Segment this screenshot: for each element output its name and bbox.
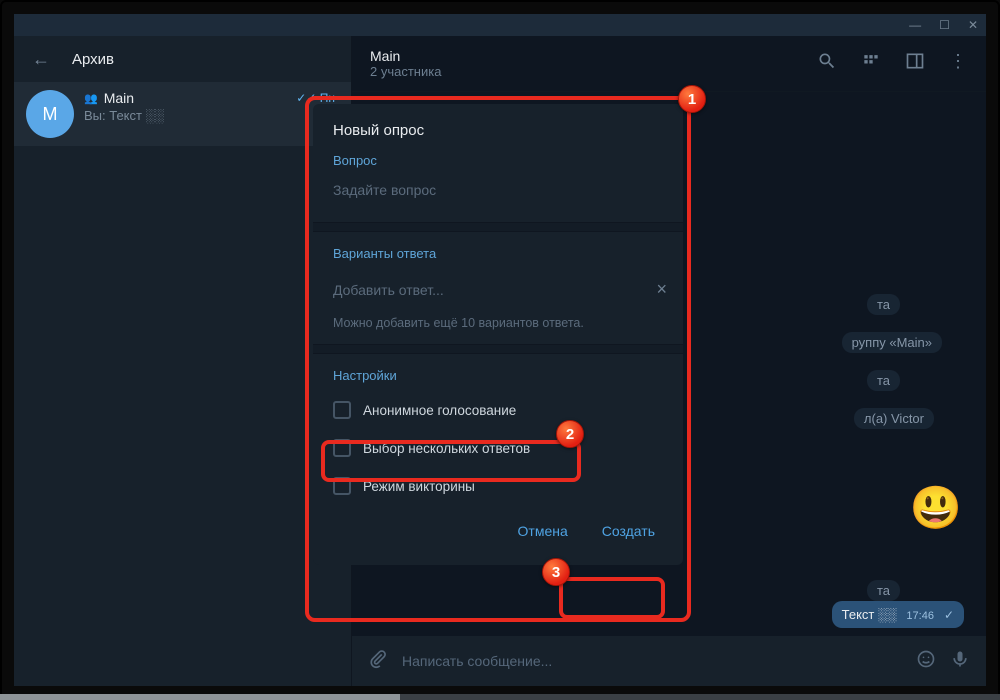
chat-preview: Вы: Текст ░░ xyxy=(84,108,339,123)
service-message: та xyxy=(867,580,900,601)
multiple-answers-checkbox[interactable]: Выбор нескольких ответов xyxy=(313,429,683,467)
sidebar: ← Архив M 👥 Main ✓✓ Пн Вы: Текст ░░ xyxy=(14,36,352,686)
cancel-button[interactable]: Отмена xyxy=(504,515,582,547)
avatar: M xyxy=(26,90,74,138)
progress-bar xyxy=(0,694,1000,700)
annotation-badge-2: 2 xyxy=(556,420,584,448)
checkbox-icon xyxy=(333,477,351,495)
more-menu-icon[interactable]: ⋮ xyxy=(949,51,968,76)
settings-section-label: Настройки xyxy=(313,368,683,391)
read-check-icon: ✓✓ Пн xyxy=(296,91,339,105)
service-message: л(а) Victor xyxy=(854,408,934,429)
sidebar-title: Архив xyxy=(72,51,114,68)
options-section-label: Варианты ответа xyxy=(313,246,683,269)
group-icon: 👥 xyxy=(84,92,98,105)
message-time: 17:46 xyxy=(906,610,934,622)
outgoing-message[interactable]: Текст ░░ 17:46 ✓ xyxy=(832,601,964,628)
side-panel-icon[interactable] xyxy=(905,51,925,76)
add-option-input[interactable]: Добавить ответ... × xyxy=(313,269,683,310)
titlebar: ― ☐ ✕ xyxy=(14,14,986,36)
chat-header: Main 2 участника ⋮ xyxy=(352,36,986,92)
emoji-message: 😃 xyxy=(910,484,962,533)
read-check-icon: ✓ xyxy=(944,608,954,622)
minimize-button[interactable]: ― xyxy=(909,18,921,32)
close-window-button[interactable]: ✕ xyxy=(968,18,978,32)
chat-title: Main xyxy=(104,90,134,106)
back-arrow-icon[interactable]: ← xyxy=(32,49,50,70)
service-message: та xyxy=(867,294,900,315)
divider xyxy=(313,344,683,354)
quiz-mode-checkbox[interactable]: Режим викторины xyxy=(313,467,683,505)
question-section-label: Вопрос xyxy=(313,153,683,176)
message-text: Текст ░░ xyxy=(842,607,897,622)
anonymous-voting-checkbox[interactable]: Анонимное голосование xyxy=(313,391,683,429)
chat-header-subtitle: 2 участника xyxy=(370,64,441,79)
dialog-title: Новый опрос xyxy=(313,104,683,153)
service-message: та xyxy=(867,370,900,391)
divider xyxy=(313,222,683,232)
maximize-button[interactable]: ☐ xyxy=(939,18,950,32)
progress-fill xyxy=(0,694,400,700)
search-icon[interactable] xyxy=(817,51,837,76)
mic-icon[interactable] xyxy=(950,649,970,674)
new-poll-dialog: Новый опрос Вопрос Задайте вопрос Вариан… xyxy=(313,104,683,565)
clear-option-icon[interactable]: × xyxy=(656,279,667,300)
chat-header-title: Main xyxy=(370,48,441,64)
call-icon[interactable] xyxy=(861,51,881,76)
attach-icon[interactable] xyxy=(368,649,388,674)
composer: Написать сообщение... xyxy=(352,636,986,686)
options-hint: Можно добавить ещё 10 вариантов ответа. xyxy=(313,310,683,344)
chat-list-item[interactable]: M 👥 Main ✓✓ Пн Вы: Текст ░░ xyxy=(14,82,351,146)
service-message: руппу «Main» xyxy=(842,332,942,353)
annotation-badge-1: 1 xyxy=(678,85,706,113)
emoji-icon[interactable] xyxy=(916,649,936,674)
checkbox-icon xyxy=(333,439,351,457)
annotation-badge-3: 3 xyxy=(542,558,570,586)
question-input[interactable]: Задайте вопрос xyxy=(313,176,683,216)
chat-info: 👥 Main ✓✓ Пн Вы: Текст ░░ xyxy=(84,90,339,138)
sidebar-header: ← Архив xyxy=(14,36,351,82)
checkbox-icon xyxy=(333,401,351,419)
message-input[interactable]: Написать сообщение... xyxy=(402,653,902,669)
create-button[interactable]: Создать xyxy=(588,515,669,547)
